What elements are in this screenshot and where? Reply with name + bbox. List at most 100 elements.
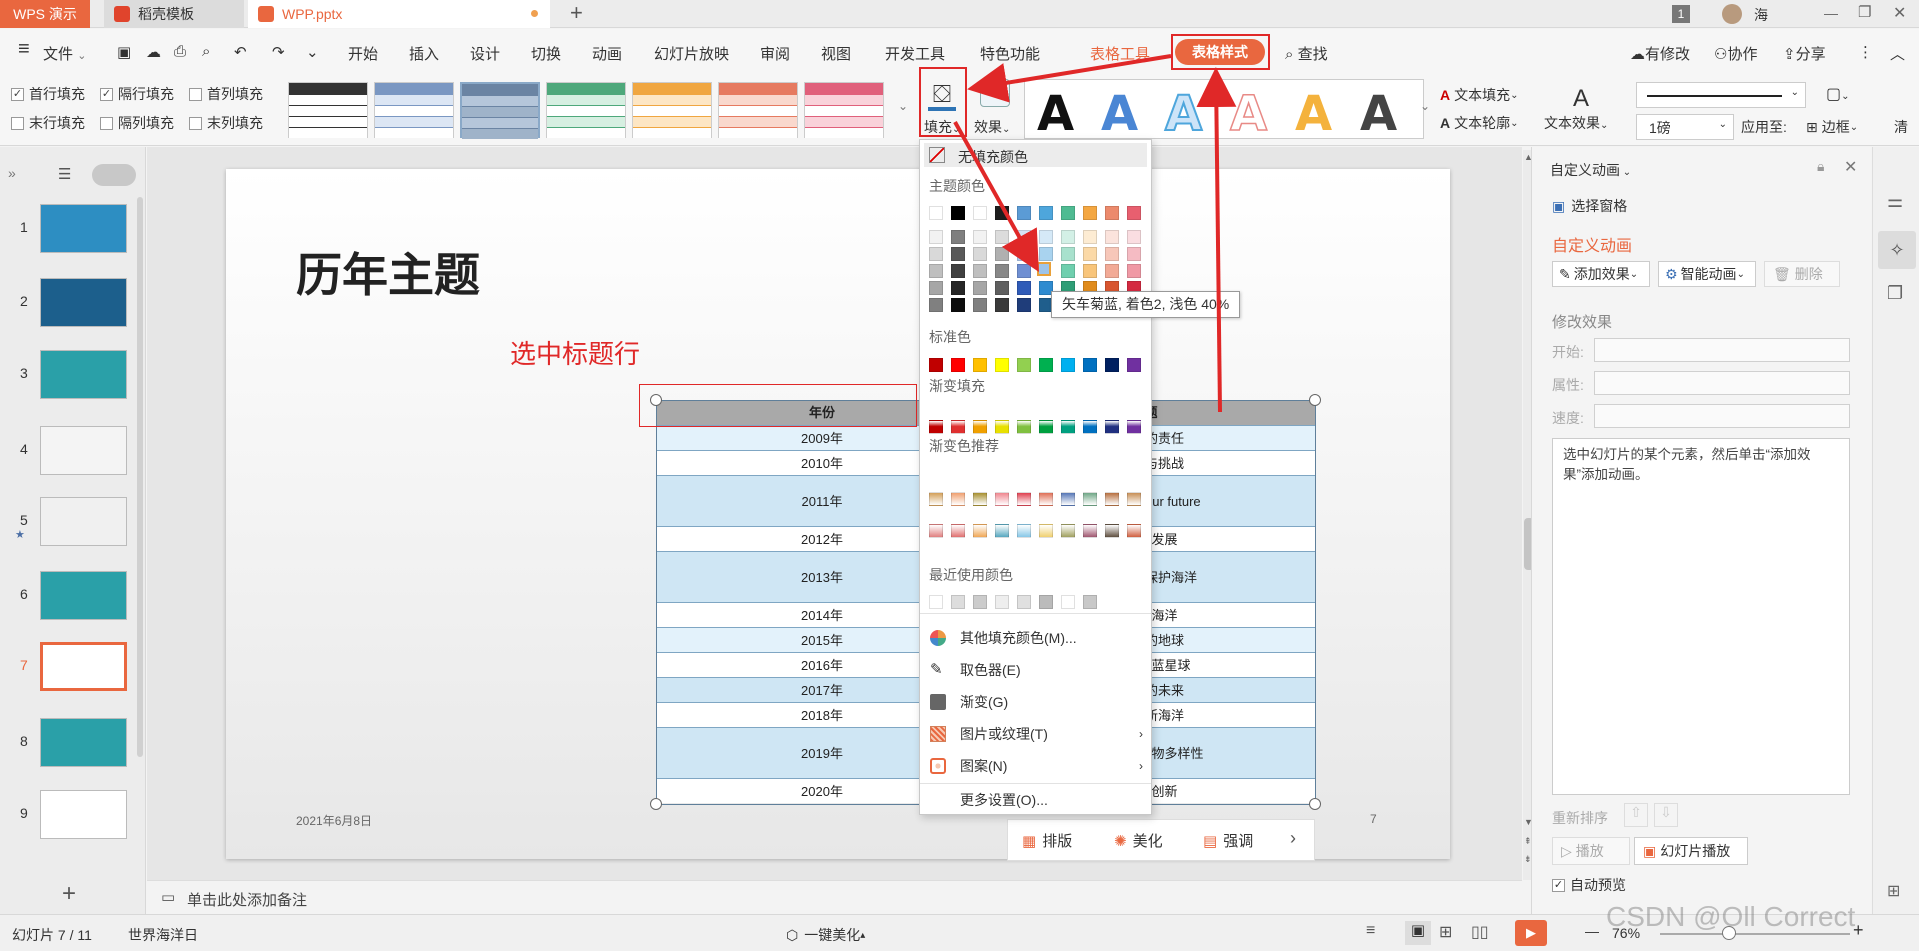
theme-color-swatch[interactable] [995, 230, 1009, 244]
restore-icon[interactable]: ❐ [1858, 3, 1871, 21]
save-icon[interactable]: ▣ [117, 43, 131, 61]
table-handle-br[interactable] [1309, 798, 1321, 810]
notes-toggle-icon[interactable]: ≡ [1366, 922, 1375, 940]
line-style-select[interactable]: ⌄ [1636, 82, 1806, 108]
gradient-recommend-swatch[interactable] [1083, 492, 1097, 506]
theme-color-swatch[interactable] [973, 206, 987, 220]
picture-texture-option[interactable]: 图片或纹理(T) › [920, 719, 1151, 749]
undo-icon[interactable]: ↶ [234, 43, 247, 61]
table-style-swatch[interactable] [632, 82, 712, 138]
standard-color-swatch[interactable] [1127, 358, 1141, 372]
thumbnail-view-icon[interactable] [92, 164, 136, 186]
gradient-recommend-swatch[interactable] [1061, 492, 1075, 506]
recent-color-swatch[interactable] [973, 595, 987, 609]
minimize-icon[interactable]: — [1824, 5, 1838, 21]
theme-color-swatch[interactable] [951, 230, 965, 244]
gradient-fill-swatch[interactable] [951, 420, 965, 434]
theme-color-swatch[interactable] [1061, 230, 1075, 244]
delete-button[interactable]: 🗑︎ 删除 [1764, 261, 1840, 287]
collapse-ribbon-icon[interactable]: ︿ [1890, 43, 1905, 64]
checkbox-first-col[interactable]: 首列填充 [189, 84, 263, 104]
theme-color-swatch[interactable] [929, 206, 943, 220]
zoom-slider[interactable] [1660, 933, 1850, 935]
table-style-swatch[interactable] [718, 82, 798, 138]
more-icon[interactable]: ⋮ [1858, 43, 1873, 61]
slide-thumbnail[interactable] [40, 426, 127, 475]
reading-view-icon[interactable]: ▯▯ [1471, 922, 1489, 942]
border-color-button[interactable]: ▢⌄ [1826, 84, 1850, 104]
move-down-button[interactable]: ⇩ [1654, 803, 1678, 827]
theme-color-swatch[interactable] [973, 247, 987, 261]
theme-color-swatch[interactable] [1083, 206, 1097, 220]
play-button[interactable]: ▷ 播放 [1552, 837, 1630, 865]
theme-color-swatch[interactable] [1017, 206, 1031, 220]
standard-color-swatch[interactable] [973, 358, 987, 372]
share-button[interactable]: ⇪分享 [1783, 43, 1826, 64]
select-pane-link[interactable]: ▣ 选择窗格 [1552, 196, 1627, 216]
theme-color-swatch[interactable] [929, 281, 943, 295]
wordart-red-outline[interactable]: A [1229, 85, 1268, 143]
gradient-recommend-swatch[interactable] [1017, 492, 1031, 506]
table-style-swatch[interactable] [804, 82, 884, 138]
theme-color-swatch[interactable] [1017, 264, 1031, 278]
tab-file[interactable]: WPP.pptx [248, 0, 550, 28]
slide-thumbnail[interactable] [40, 497, 127, 546]
wordart-blue-outline[interactable]: A [1164, 85, 1203, 143]
menu-start[interactable]: 开始 [348, 43, 378, 64]
theme-color-swatch[interactable] [929, 298, 943, 312]
slideshow-button[interactable]: ▣ 幻灯片播放 [1634, 837, 1748, 865]
gradient-recommend-swatch[interactable] [929, 524, 943, 538]
text-outline-button[interactable]: A 文本轮廓 ⌄ [1440, 113, 1519, 133]
user-avatar[interactable] [1722, 4, 1742, 24]
animation-list[interactable]: 选中幻灯片的某个元素，然后单击“添加效果”添加动画。 [1552, 438, 1850, 795]
gradient-fill-swatch[interactable] [973, 420, 987, 434]
more-settings-option[interactable]: 更多设置(O)... [920, 785, 1151, 815]
gradient-fill-swatch[interactable] [1105, 420, 1119, 434]
text-effect-button[interactable]: A 文本效果⌄ [1544, 85, 1618, 137]
theme-color-swatch[interactable] [995, 281, 1009, 295]
theme-color-swatch[interactable] [929, 230, 943, 244]
pin-icon[interactable]: 🔒︎ [1817, 158, 1824, 175]
outline-view-icon[interactable]: ☰ [58, 165, 71, 183]
menu-design[interactable]: 设计 [470, 43, 500, 64]
theme-color-swatch[interactable] [973, 281, 987, 295]
gradient-recommend-swatch[interactable] [973, 492, 987, 506]
gradient-recommend-swatch[interactable] [1017, 524, 1031, 538]
gradient-recommend-swatch[interactable] [973, 524, 987, 538]
beautify-button[interactable]: ✺ 美化 [1114, 830, 1163, 851]
theme-color-swatch[interactable] [951, 298, 965, 312]
notes-area[interactable]: ▭ 单击此处添加备注 [147, 880, 1522, 914]
table-handle-tl[interactable] [650, 394, 662, 406]
menu-review[interactable]: 审阅 [760, 43, 790, 64]
clear-button[interactable]: 清 [1894, 117, 1908, 137]
wordart-black[interactable]: A [1037, 86, 1074, 142]
slide-thumbnail[interactable] [40, 204, 127, 253]
one-click-beautify[interactable]: ⬡ 一键美化 ▴ [786, 925, 865, 945]
gradient-fill-swatch[interactable] [1061, 420, 1075, 434]
table-handle-bl[interactable] [650, 798, 662, 810]
recent-color-swatch[interactable] [995, 595, 1009, 609]
tab-template[interactable]: 稻壳模板 [104, 0, 244, 28]
file-menu[interactable]: 文件 ⌄ [43, 43, 86, 64]
preview-icon[interactable]: ⌕ [202, 43, 210, 60]
layout-button[interactable]: ▦ 排版 [1022, 830, 1072, 851]
theme-color-swatch[interactable] [1105, 230, 1119, 244]
theme-color-swatch[interactable] [929, 264, 943, 278]
theme-color-swatch[interactable] [1127, 230, 1141, 244]
theme-color-swatch[interactable] [951, 206, 965, 220]
theme-color-swatch[interactable] [951, 264, 965, 278]
theme-color-swatch-selected[interactable] [1037, 262, 1051, 276]
standard-color-swatch[interactable] [1039, 358, 1053, 372]
gallery-scroll-icon[interactable]: ⌄ [898, 99, 908, 113]
theme-color-swatch[interactable] [1061, 247, 1075, 261]
menu-view[interactable]: 视图 [821, 43, 851, 64]
wordart-blue[interactable]: A [1101, 86, 1138, 142]
theme-color-swatch[interactable] [1017, 230, 1031, 244]
theme-color-swatch[interactable] [1039, 230, 1053, 244]
recent-color-swatch[interactable] [1083, 595, 1097, 609]
expand-panel-icon[interactable]: » [8, 165, 16, 181]
theme-color-swatch[interactable] [995, 247, 1009, 261]
theme-color-swatch[interactable] [973, 298, 987, 312]
gradient-recommend-swatch[interactable] [1105, 524, 1119, 538]
menu-transition[interactable]: 切换 [531, 43, 561, 64]
